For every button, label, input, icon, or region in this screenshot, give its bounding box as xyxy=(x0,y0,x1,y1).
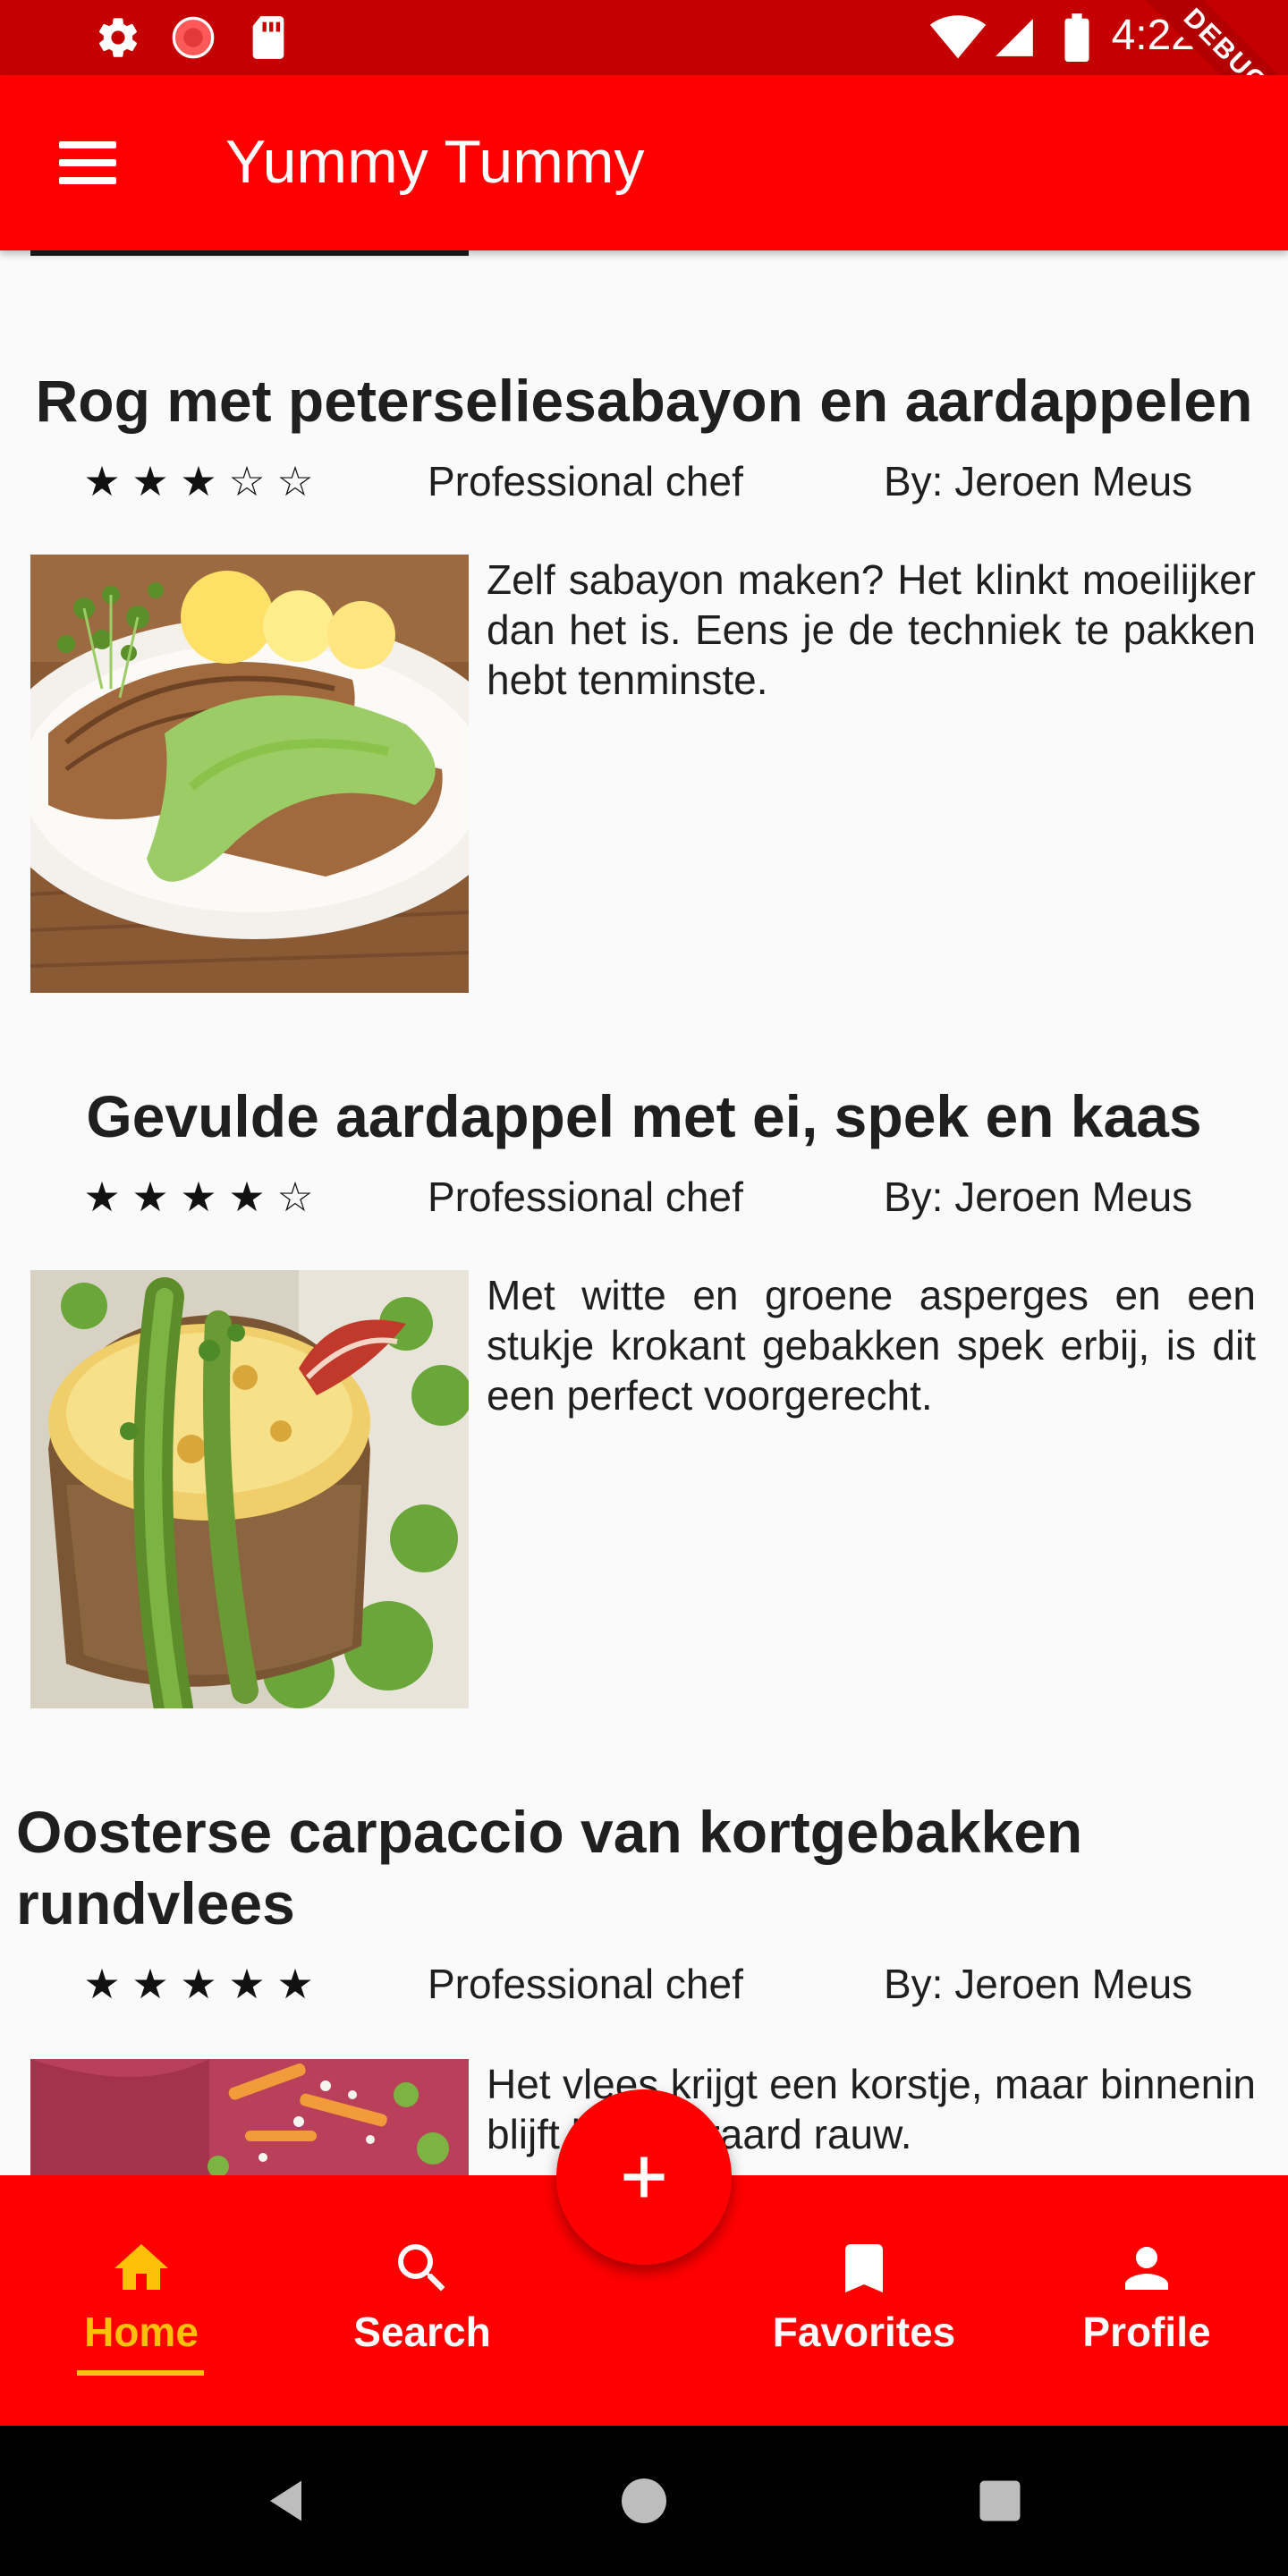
recipe-meta: ★ ★ ★ ★ ☆ Professional chef By: Jeroen M… xyxy=(0,1170,1288,1224)
star-outline-icon: ☆ xyxy=(228,458,266,504)
recipe-image-previous[interactable] xyxy=(30,250,469,256)
gear-icon xyxy=(93,13,143,63)
star-icon: ★ xyxy=(83,1174,121,1220)
recipe-image[interactable] xyxy=(30,1270,469,1708)
star-icon: ★ xyxy=(228,1174,266,1220)
star-outline-icon: ☆ xyxy=(276,1174,314,1220)
chef-level: Professional chef xyxy=(428,458,743,504)
bookmark-icon xyxy=(757,2229,971,2301)
star-icon: ★ xyxy=(131,1961,169,2007)
nav-home[interactable]: Home xyxy=(34,2229,249,2381)
sd-card-icon xyxy=(243,13,293,63)
system-navigation-bar xyxy=(0,2426,1288,2576)
recipe-author: By: Jeroen Meus xyxy=(884,1174,1193,1220)
home-circle-icon[interactable] xyxy=(617,2474,671,2528)
star-icon: ★ xyxy=(180,1961,217,2007)
star-outline-icon: ☆ xyxy=(276,458,314,504)
star-icon: ★ xyxy=(228,1961,266,2007)
star-icon: ★ xyxy=(180,458,217,504)
wifi-icon xyxy=(927,13,989,63)
nav-search-label: Search xyxy=(353,2309,491,2355)
chef-level: Professional chef xyxy=(428,1961,743,2007)
nav-profile[interactable]: Profile xyxy=(1039,2229,1254,2381)
app-title: Yummy Tummy xyxy=(225,128,645,196)
star-icon: ★ xyxy=(83,1961,121,2007)
star-icon: ★ xyxy=(180,1174,217,1220)
nav-favorites-label: Favorites xyxy=(772,2309,956,2355)
recipe-list[interactable]: Rog met peterseliesabayon en aardappelen… xyxy=(0,250,1288,2175)
recipe-title: Rog met peterseliesabayon en aardappelen xyxy=(35,368,1253,434)
recipe-title: Oosterse carpaccio van kortgebakken rund… xyxy=(16,1799,1083,1936)
home-icon xyxy=(34,2229,249,2301)
recipe-meta: ★ ★ ★ ★ ★ Professional chef By: Jeroen M… xyxy=(0,1957,1288,2011)
active-tab-indicator xyxy=(77,2370,204,2376)
rating-stars: ★ ★ ★ ★ ★ xyxy=(80,1957,317,2011)
record-icon xyxy=(168,13,218,63)
recipe-card[interactable]: Rog met peterseliesabayon en aardappelen… xyxy=(0,365,1288,1107)
nav-profile-label: Profile xyxy=(1082,2309,1211,2355)
chef-level: Professional chef xyxy=(428,1174,743,1220)
recipe-description: Zelf sabayon maken? Het klinkt moeilijke… xyxy=(487,556,1256,703)
nav-home-label: Home xyxy=(84,2309,199,2355)
star-icon: ★ xyxy=(131,458,169,504)
star-icon: ★ xyxy=(83,458,121,504)
recipe-description: Met witte en groene asperges en een stuk… xyxy=(487,1272,1256,1419)
person-icon xyxy=(1039,2229,1254,2301)
add-recipe-button[interactable] xyxy=(556,2089,732,2265)
plus-icon xyxy=(623,2157,665,2198)
nav-search[interactable]: Search xyxy=(315,2229,530,2381)
app-bar: Yummy Tummy xyxy=(0,75,1288,250)
search-icon xyxy=(315,2229,530,2301)
recipe-author: By: Jeroen Meus xyxy=(884,458,1193,504)
rating-stars: ★ ★ ★ ★ ☆ xyxy=(80,1170,317,1224)
recipe-image[interactable] xyxy=(30,555,469,993)
hamburger-menu-icon[interactable] xyxy=(50,134,125,191)
recipe-author: By: Jeroen Meus xyxy=(884,1961,1193,2007)
recipe-meta: ★ ★ ★ ☆ ☆ Professional chef By: Jeroen M… xyxy=(0,454,1288,508)
recipe-title: Gevulde aardappel met ei, spek en kaas xyxy=(86,1083,1202,1149)
status-bar: 4:22 DEBUG xyxy=(0,0,1288,155)
recipe-card[interactable]: Gevulde aardappel met ei, spek en kaas ★… xyxy=(0,1080,1288,1823)
recents-icon[interactable] xyxy=(973,2474,1027,2528)
signal-icon xyxy=(989,13,1039,63)
nav-favorites[interactable]: Favorites xyxy=(757,2229,971,2381)
back-icon[interactable] xyxy=(261,2474,315,2528)
rating-stars: ★ ★ ★ ☆ ☆ xyxy=(80,454,317,508)
star-icon: ★ xyxy=(276,1961,314,2007)
star-icon: ★ xyxy=(131,1174,169,1220)
battery-icon xyxy=(1059,13,1095,63)
recipe-image[interactable] xyxy=(30,2059,469,2175)
